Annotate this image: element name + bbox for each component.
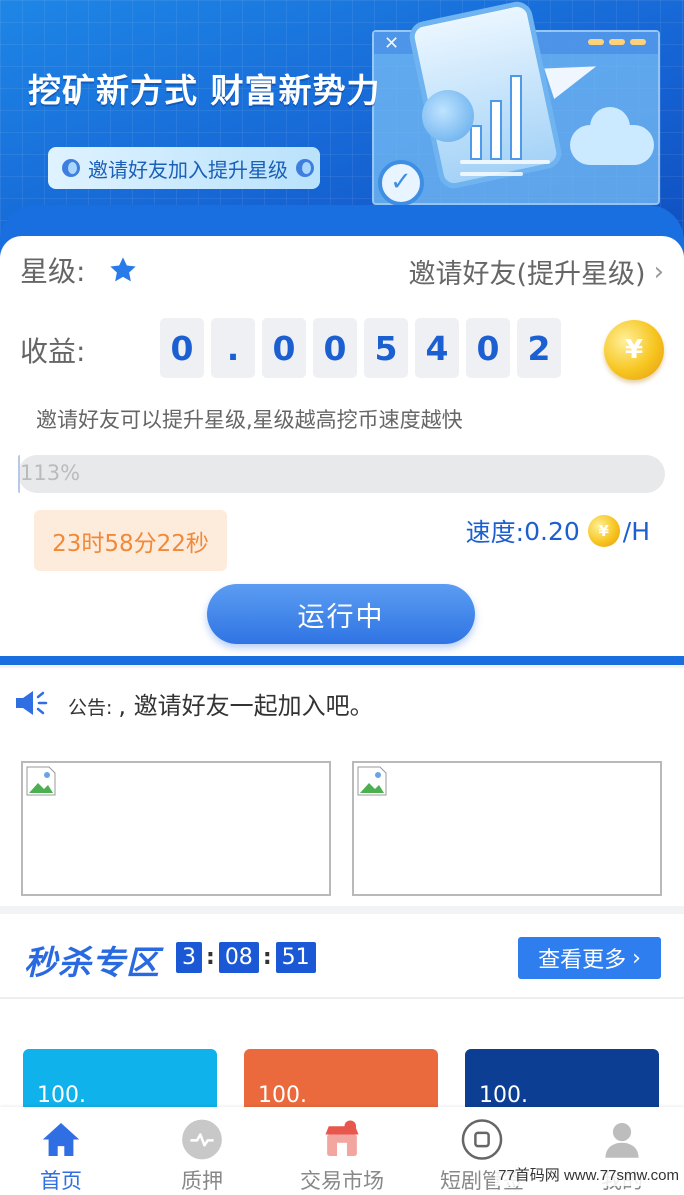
countdown-seconds: 51 (275, 942, 316, 973)
income-label: 收益: (20, 335, 86, 368)
banner-pill-text: 邀请好友加入提升星级 (88, 157, 288, 182)
check-badge-icon: ✓ (378, 160, 424, 206)
bar-chart-icon (470, 70, 540, 160)
pulse-icon (182, 1119, 222, 1160)
notice-label: 公告: (68, 697, 113, 719)
promo-image[interactable] (21, 761, 331, 896)
income-row: 收益: (20, 318, 85, 382)
flash-sale-title: 秒杀专区 (24, 943, 160, 982)
coin-icon: ¥ (587, 515, 620, 547)
countdown-separator: : (262, 945, 272, 970)
star-level-row: 星级: (20, 250, 139, 290)
coin-icon: ¥ (604, 320, 664, 380)
chevron-right-icon: › (653, 256, 664, 287)
chevron-right-icon: › (632, 945, 641, 971)
tab-market[interactable]: 交易市场 (287, 1118, 397, 1195)
product-price: 100. (479, 1083, 528, 1108)
product-price: 100. (37, 1083, 86, 1108)
income-digit: 0 (262, 318, 306, 378)
tab-label: 首页 (40, 1169, 82, 1193)
pill-dot-icon (62, 159, 80, 177)
product-card[interactable]: 100. (244, 1049, 438, 1114)
speed-unit: /H (622, 516, 650, 546)
countdown-hours: 3 (176, 942, 202, 973)
circle-square-icon (461, 1119, 503, 1160)
broken-image-icon (357, 766, 387, 796)
banner-text-lines (460, 160, 550, 184)
home-icon (42, 1122, 80, 1157)
countdown-minutes: 08 (218, 942, 259, 973)
speaker-icon (16, 691, 48, 715)
income-digits: 0 . 0 0 5 4 0 2 (160, 318, 561, 378)
notice-message: , 邀请好友一起加入吧。 (118, 692, 374, 720)
mascot-face-icon (422, 90, 474, 142)
running-button[interactable]: 运行中 (207, 584, 475, 644)
tab-staking[interactable]: 质押 (147, 1118, 257, 1195)
view-more-button[interactable]: 查看更多 › (518, 937, 661, 979)
mining-speed: 速度: 0.20 ¥ /H (466, 512, 650, 550)
mining-timer: 23时58分22秒 (34, 510, 227, 571)
flash-countdown: 3 : 08 : 51 (176, 942, 316, 973)
product-card[interactable]: 100. (23, 1049, 217, 1114)
watermark: 77首码网 www.77smw.com (495, 1163, 682, 1186)
store-icon (325, 1120, 359, 1157)
banner-title: 挖矿新方式 财富新势力 (28, 71, 381, 110)
view-more-label: 查看更多 (538, 948, 627, 973)
speed-label: 速度: (465, 518, 525, 547)
product-price: 100. (258, 1083, 307, 1108)
income-digit: 0 (466, 318, 510, 378)
countdown-separator: : (206, 945, 215, 970)
speed-value: 0.20 (524, 516, 580, 546)
tab-home[interactable]: 首页 (6, 1118, 116, 1195)
notice-text[interactable]: 公告: , 邀请好友一起加入吧。 (68, 686, 374, 721)
mining-progress-bar: 113% (18, 455, 665, 493)
broken-image-icon (26, 766, 56, 796)
star-label: 星级: (20, 255, 86, 288)
cloud-icon (570, 107, 654, 165)
progress-text: 113% (20, 461, 81, 485)
income-digit: . (211, 318, 255, 378)
income-digit: 5 (364, 318, 408, 378)
star-icon (110, 257, 137, 282)
promo-image[interactable] (352, 761, 662, 896)
product-card[interactable]: 100. (465, 1049, 659, 1114)
income-digit: 0 (160, 318, 204, 378)
tab-label: 质押 (181, 1169, 223, 1193)
divider (0, 997, 684, 999)
income-digit: 4 (415, 318, 459, 378)
user-icon (605, 1122, 639, 1158)
tab-label: 交易市场 (300, 1169, 384, 1193)
income-digit: 0 (313, 318, 357, 378)
pill-dot-icon (296, 159, 314, 177)
star-hint-text: 邀请好友可以提升星级,星级越高挖币速度越快 (36, 408, 463, 432)
invite-friends-link[interactable]: 邀请好友(提升星级) › (409, 252, 664, 291)
income-digit: 2 (517, 318, 561, 378)
invite-link-label: 邀请好友(提升星级) (408, 259, 646, 290)
banner-pill: 邀请好友加入提升星级 (48, 147, 320, 189)
